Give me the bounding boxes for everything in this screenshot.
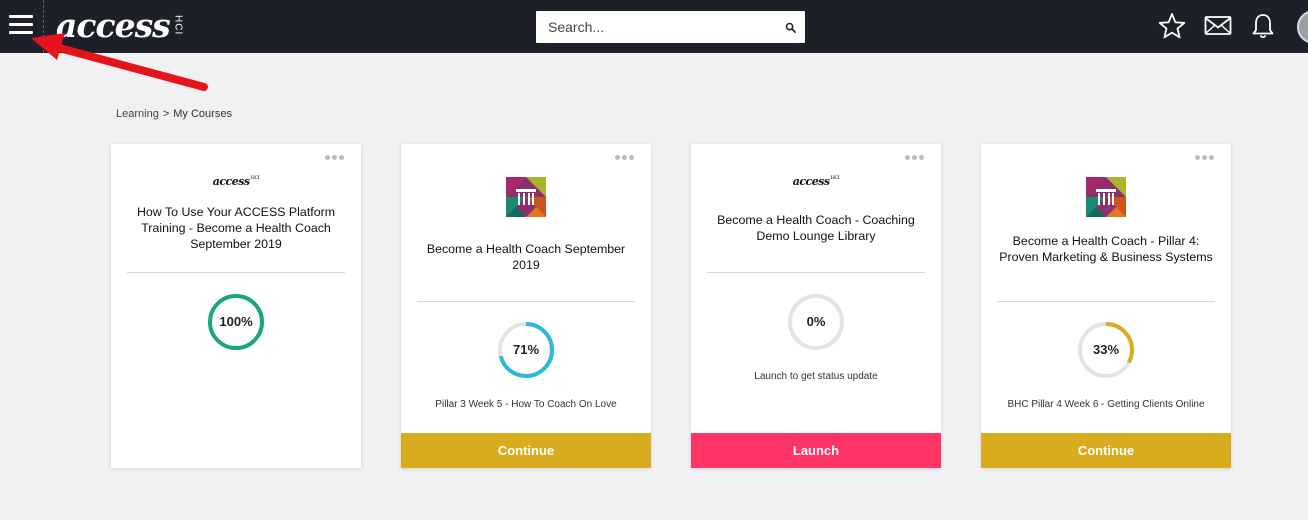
logo-text: access: [56, 6, 171, 45]
bell-icon: [1252, 14, 1274, 39]
course-card[interactable]: accessHCI How To Use Your ACCESS Platfor…: [111, 144, 361, 468]
course-title[interactable]: Become a Health Coach - Coaching Demo Lo…: [705, 212, 927, 244]
progress-label: 71%: [512, 342, 540, 357]
mail-icon: [1204, 16, 1232, 35]
progress-ring: 0%: [786, 292, 846, 352]
search-box: [536, 11, 805, 43]
course-card[interactable]: Become a Health Coach - Pillar 4: Proven…: [981, 144, 1231, 468]
more-options-icon[interactable]: [615, 155, 634, 160]
continue-button[interactable]: Continue: [401, 433, 651, 468]
logo-subtext: HCI: [172, 15, 184, 36]
progress-ring: 71%: [496, 320, 556, 380]
card-divider: [707, 272, 925, 273]
menu-button[interactable]: [0, 0, 44, 53]
course-status: Launch to get status update: [754, 371, 878, 382]
more-options-icon[interactable]: [325, 155, 344, 160]
star-icon: [1158, 13, 1186, 39]
access-logo: accessHCI: [212, 175, 260, 188]
top-navigation-bar: access HCI: [0, 0, 1308, 53]
menu-icon: [9, 15, 33, 18]
course-status: Pillar 3 Week 5 - How To Coach On Love: [435, 399, 617, 410]
notifications-button[interactable]: [1251, 12, 1275, 40]
pillar-logo: [1086, 177, 1126, 217]
progress-ring: 100%: [206, 292, 266, 352]
card-divider: [997, 301, 1215, 302]
progress-label: 100%: [219, 314, 253, 329]
pillar-logo: [506, 177, 546, 217]
access-logo: accessHCI: [792, 175, 840, 188]
access-logo[interactable]: access HCI: [56, 6, 184, 46]
course-status: BHC Pillar 4 Week 6 - Getting Clients On…: [1007, 399, 1205, 410]
card-divider: [127, 272, 345, 273]
progress-ring: 33%: [1076, 320, 1136, 380]
search-input[interactable]: [536, 11, 776, 43]
launch-button[interactable]: Launch: [691, 433, 941, 468]
breadcrumb: Learning > My Courses: [116, 108, 232, 120]
progress-label: 33%: [1092, 342, 1120, 357]
search-icon[interactable]: [785, 22, 796, 33]
breadcrumb-current: My Courses: [173, 108, 232, 120]
course-card[interactable]: accessHCI Become a Health Coach - Coachi…: [691, 144, 941, 468]
course-title[interactable]: Become a Health Coach September 2019: [415, 241, 637, 273]
messages-button[interactable]: [1204, 14, 1232, 38]
breadcrumb-learning-link[interactable]: Learning: [116, 108, 159, 120]
avatar[interactable]: [1297, 10, 1308, 44]
course-title[interactable]: Become a Health Coach - Pillar 4: Proven…: [995, 233, 1217, 265]
card-divider: [417, 301, 635, 302]
favorites-button[interactable]: [1158, 12, 1186, 40]
more-options-icon[interactable]: [1195, 155, 1214, 160]
continue-button[interactable]: Continue: [981, 433, 1231, 468]
more-options-icon[interactable]: [905, 155, 924, 160]
course-card[interactable]: Become a Health Coach September 2019 71%…: [401, 144, 651, 468]
breadcrumb-separator: >: [162, 108, 170, 120]
progress-label: 0%: [806, 314, 826, 329]
course-title[interactable]: How To Use Your ACCESS Platform Training…: [125, 204, 347, 252]
